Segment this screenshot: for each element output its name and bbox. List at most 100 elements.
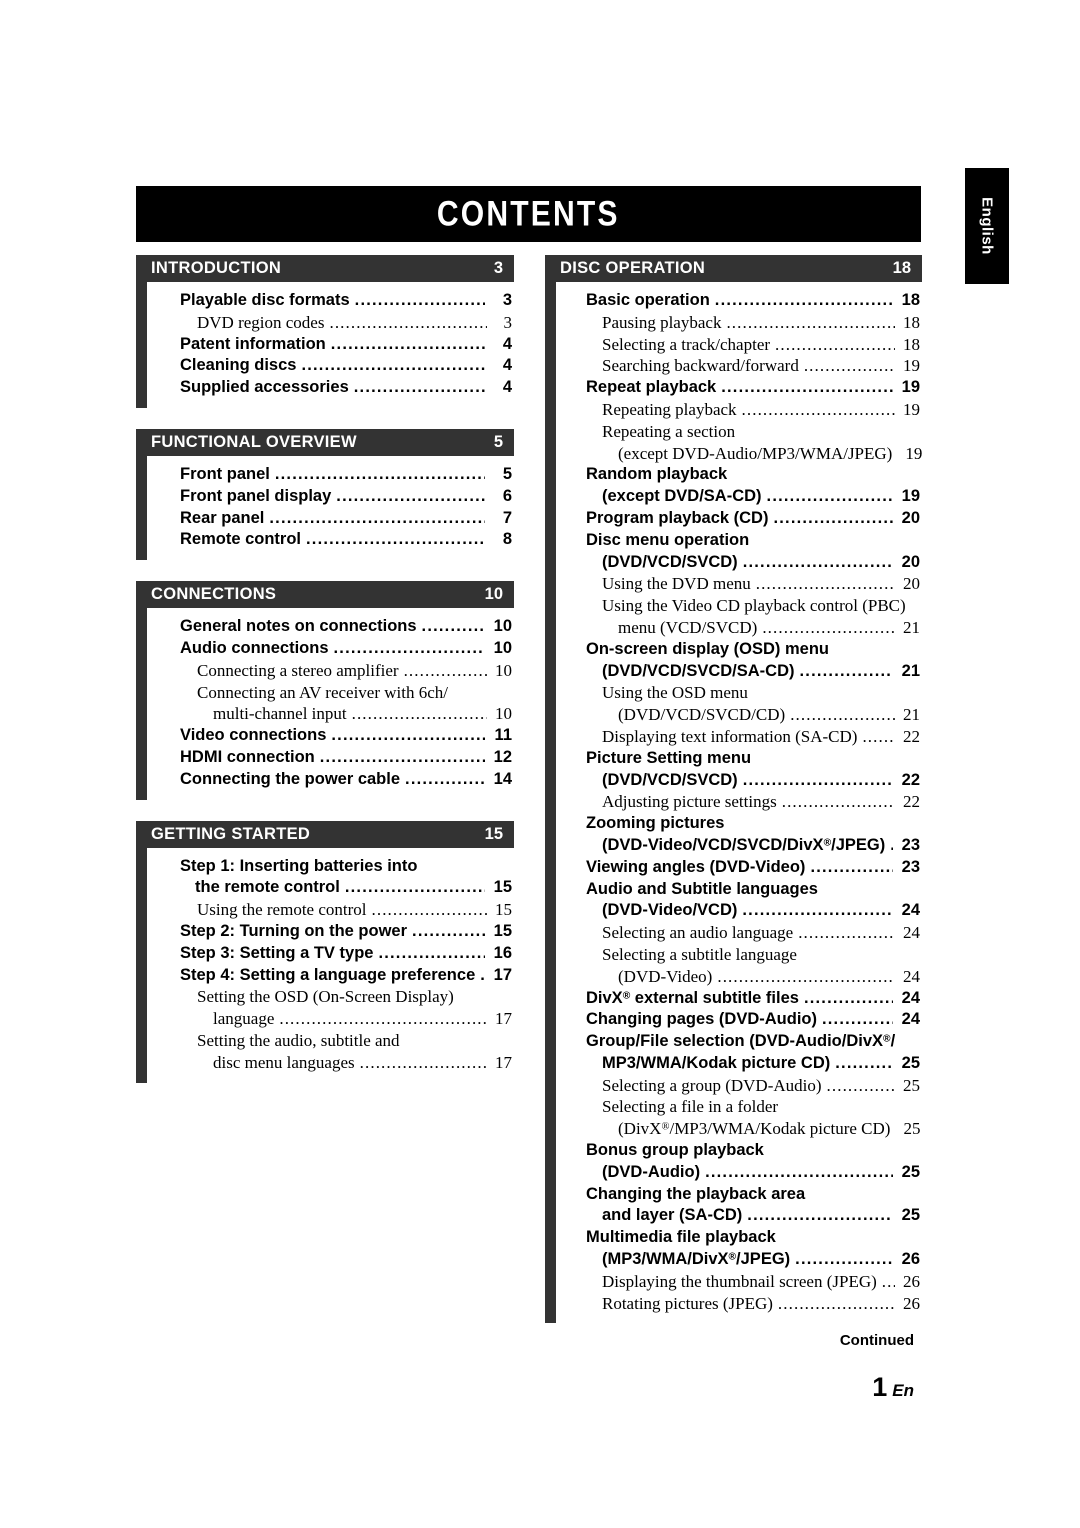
toc-entry[interactable]: Remote control..........................…: [147, 529, 514, 551]
toc-entry[interactable]: Audio and Subtitle languages (DVD-Video/V…: [556, 879, 922, 923]
toc-entry[interactable]: Cleaning discs..........................…: [147, 355, 514, 377]
toc-entry-text: Pausing playback: [602, 312, 722, 332]
toc-entry-page: 25: [903, 1119, 921, 1139]
toc-entry[interactable]: Displaying text information (SA-CD).....…: [556, 726, 922, 748]
toc-entry[interactable]: Front panel.............................…: [147, 464, 514, 486]
toc-entry[interactable]: Patent information......................…: [147, 334, 514, 356]
dot-leader: ........................................…: [862, 726, 895, 746]
toc-entry[interactable]: General notes on connections............…: [147, 616, 514, 638]
toc-entry-page: 3: [502, 291, 512, 309]
toc-entry-text: Group/File selection (DVD-Audio/DivX®/: [586, 1032, 896, 1051]
toc-section-header[interactable]: GETTING STARTED 15: [136, 820, 514, 848]
toc-entry[interactable]: Audio connections.......................…: [147, 638, 514, 660]
toc-entry-line: Rear panel..............................…: [147, 508, 512, 530]
toc-entry[interactable]: Searching backward/forward..............…: [556, 355, 922, 377]
toc-entry[interactable]: On-screen display (OSD) menu (DVD/VCD/SVC…: [556, 639, 922, 683]
toc-entry[interactable]: Setting the OSD (On-Screen Display) langu…: [147, 986, 514, 1030]
toc-entry[interactable]: Using the Video CD playback control (PBC…: [556, 595, 922, 639]
toc-entry[interactable]: Selecting a file in a folder (DivX®/MP3/W…: [556, 1096, 922, 1140]
toc-entry[interactable]: Repeat playback.........................…: [556, 377, 922, 399]
toc-entry-text: Selecting a track/chapter: [602, 334, 771, 354]
toc-entry-line: Remote control..........................…: [147, 529, 512, 551]
toc-entry[interactable]: DivX® external subtitle files...........…: [556, 988, 922, 1010]
toc-entry[interactable]: Using the remote control................…: [147, 899, 514, 921]
toc-entry-text: Selecting a file in a folder: [602, 1097, 779, 1117]
toc-entry[interactable]: Step 4: Setting a language preference...…: [147, 965, 514, 987]
toc-section-header[interactable]: DISC OPERATION 18: [545, 255, 922, 282]
toc-entry[interactable]: Displaying the thumbnail screen (JPEG)..…: [556, 1271, 922, 1293]
toc-entry[interactable]: Playable disc formats...................…: [147, 290, 514, 312]
toc-entry[interactable]: Step 1: Inserting batteries into the remo…: [147, 856, 514, 900]
toc-entry[interactable]: Using the OSD menu (DVD/VCD/SVCD/CD).....…: [556, 682, 922, 726]
toc-entry[interactable]: Selecting a subtitle language (DVD-Video)…: [556, 944, 922, 988]
toc-entry[interactable]: Multimedia file playback (MP3/WMA/DivX®/J…: [556, 1227, 922, 1271]
toc-entry[interactable]: Rotating pictures (JPEG)................…: [556, 1293, 922, 1315]
toc-entry-line: Video connections.......................…: [147, 725, 512, 747]
toc-entry[interactable]: Group/File selection (DVD-Audio/DivX®/ MP…: [556, 1031, 922, 1075]
toc-entry[interactable]: Connecting the power cable..............…: [147, 769, 514, 791]
toc-entry[interactable]: Selecting a track/chapter...............…: [556, 334, 922, 356]
toc-entry[interactable]: Front panel display.....................…: [147, 486, 514, 508]
dot-leader: ........................................…: [336, 486, 485, 505]
toc-entry-text: language: [213, 1009, 275, 1029]
toc-entry[interactable]: Rear panel..............................…: [147, 508, 514, 530]
toc-entry[interactable]: Selecting an audio language.............…: [556, 922, 922, 944]
toc-entry[interactable]: Pausing playback........................…: [556, 312, 922, 334]
toc-entry-line: HDMI connection.........................…: [147, 747, 512, 769]
toc-entry[interactable]: Connecting a stereo amplifier...........…: [147, 660, 514, 682]
toc-entry[interactable]: Repeating a section (except DVD-Audio/MP3…: [556, 421, 922, 465]
dot-leader: ........................................…: [403, 660, 487, 680]
toc-entry-text: Repeat playback: [586, 378, 717, 397]
toc-entry-text: the remote control: [195, 878, 340, 897]
toc-entry[interactable]: Zooming pictures (DVD-Video/VCD/SVCD/DivX…: [556, 813, 922, 857]
toc-entry-line: Connecting an AV receiver with 6ch/: [147, 682, 512, 704]
toc-entry[interactable]: Selecting a group (DVD-Audio)...........…: [556, 1075, 922, 1097]
toc-entry-text: DivX® external subtitle files: [586, 988, 799, 1007]
toc-entry-text: (DVD-Audio): [602, 1162, 701, 1181]
page-title-text: CONTENTS: [437, 194, 620, 234]
toc-entry[interactable]: Viewing angles (DVD-Video)..............…: [556, 857, 922, 879]
toc-section-header[interactable]: CONNECTIONS 10: [136, 581, 514, 609]
toc-entry-page: 20: [901, 552, 920, 571]
toc-entry-page: 17: [495, 1009, 512, 1029]
toc-entry[interactable]: Changing the playback area and layer (SA-…: [556, 1184, 922, 1228]
toc-entry[interactable]: Adjusting picture settings..............…: [556, 791, 922, 813]
toc-entry[interactable]: Step 2: Turning on the power............…: [147, 921, 514, 943]
toc-entry[interactable]: DVD region codes........................…: [147, 312, 514, 334]
toc-section-header[interactable]: FUNCTIONAL OVERVIEW 5: [136, 428, 514, 456]
toc-section-page: 18: [892, 259, 911, 277]
toc-entry-line: Viewing angles (DVD-Video)..............…: [556, 857, 920, 879]
toc-entry-line: Audio and Subtitle languages: [556, 879, 920, 901]
toc-entry-text: Rotating pictures (JPEG): [602, 1293, 773, 1313]
toc-entry-text: Selecting a subtitle language: [602, 944, 797, 964]
toc-entry[interactable]: Step 3: Setting a TV type...............…: [147, 943, 514, 965]
toc-entry-text: Front panel display: [180, 486, 332, 505]
toc-entry[interactable]: Connecting an AV receiver with 6ch/multi…: [147, 682, 514, 726]
toc-entry[interactable]: Picture Setting menu (DVD/VCD/SVCD)......…: [556, 748, 922, 792]
toc-entry[interactable]: Changing pages (DVD-Audio)..............…: [556, 1009, 922, 1031]
toc-entry[interactable]: Supplied accessories....................…: [147, 377, 514, 399]
toc-entry-page: 22: [903, 726, 920, 746]
toc-entry-line: DVD region codes........................…: [147, 312, 512, 334]
dot-leader: ........................................…: [777, 1293, 895, 1313]
toc-entry-page: 10: [493, 617, 512, 636]
toc-entry[interactable]: Repeating playback......................…: [556, 399, 922, 421]
toc-entry-line: (DivX®/MP3/WMA/Kodak picture CD)........…: [556, 1118, 920, 1140]
toc-entry[interactable]: Using the DVD menu......................…: [556, 573, 922, 595]
toc-entry-line: Step 3: Setting a TV type...............…: [147, 943, 512, 965]
toc-entry-text: HDMI connection: [180, 747, 315, 766]
toc-entry[interactable]: Disc menu operation (DVD/VCD/SVCD).......…: [556, 530, 922, 574]
toc-section-header[interactable]: INTRODUCTION 3: [136, 255, 514, 282]
toc-entry-line: Front panel display.....................…: [147, 486, 512, 508]
toc-entry-line: Group/File selection (DVD-Audio/DivX®/: [556, 1031, 920, 1053]
toc-entry-page: 4: [502, 356, 512, 375]
toc-entry[interactable]: Setting the audio, subtitle and disc menu…: [147, 1030, 514, 1074]
toc-entry[interactable]: Random playback (except DVD/SA-CD).......…: [556, 464, 922, 508]
dot-leader: ........................................…: [781, 792, 895, 812]
toc-entry[interactable]: HDMI connection.........................…: [147, 747, 514, 769]
toc-entry[interactable]: Bonus group playback (DVD-Audio).........…: [556, 1140, 922, 1184]
toc-entry[interactable]: Basic operation.........................…: [556, 290, 922, 312]
toc-entry[interactable]: Program playback (CD)...................…: [556, 508, 922, 530]
toc-entry[interactable]: Video connections.......................…: [147, 725, 514, 747]
toc-entry-text: Step 2: Turning on the power: [180, 921, 408, 940]
